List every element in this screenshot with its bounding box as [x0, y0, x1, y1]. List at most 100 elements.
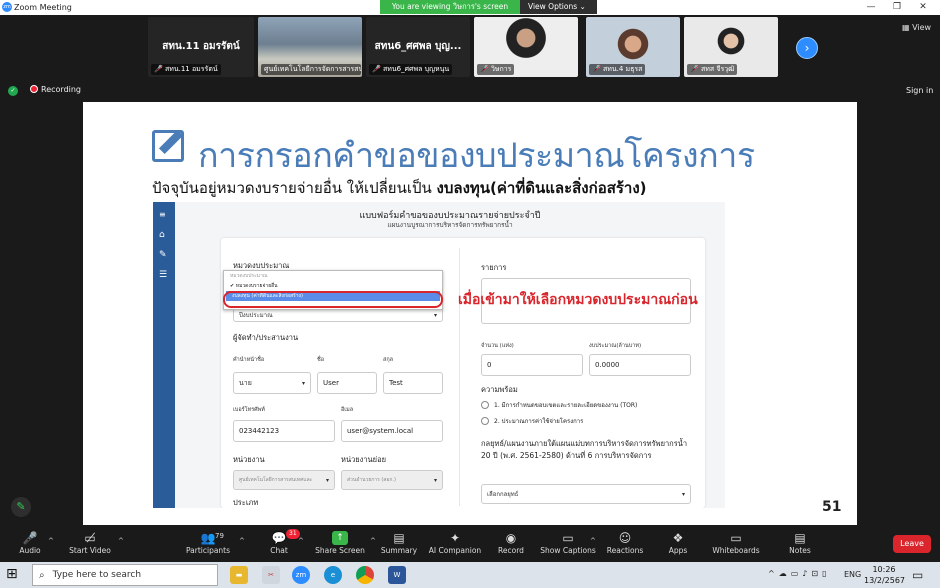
close-icon[interactable]: ✕ [910, 0, 936, 15]
slide-title: การกรอกคำขอของบประมาณโครงการ [198, 136, 755, 176]
type-label: ประเภท [233, 498, 259, 507]
restore-icon[interactable]: ❐ [884, 0, 910, 15]
slide-page-number: 51 [822, 499, 842, 515]
participant-tile[interactable]: สทน.11 อมรรัตน์ 🎤̸ สทน.11 อมรรัตน์ [148, 17, 254, 77]
phone-input[interactable]: 023442123 [233, 420, 335, 442]
recording-indicator[interactable]: Recording [30, 85, 81, 94]
participant-bigname: สทน.11 อมรรัตน์ [162, 41, 240, 52]
participant-tile[interactable]: 🎤̸ สทส จีรวุฒิ [684, 17, 778, 77]
clock-date: 13/2/2567 [864, 576, 906, 585]
record-label: Record [498, 546, 524, 555]
chevron-right-icon[interactable]: › [796, 37, 818, 59]
participant-label: 🎤̸ วิษการ [477, 64, 515, 75]
view-button[interactable]: ▦ View [902, 23, 931, 32]
highlight-box [223, 291, 443, 308]
form-screenshot: ≡ ⌂ ✎ ☰ แบบฟอร์มคำขอของบประมาณรายจ่ายประ… [153, 202, 725, 508]
dropdown-option[interactable]: หมวดงบประมาณ [224, 271, 442, 281]
view-options-label: View Options [528, 2, 578, 11]
strategy-value: เลือกกลยุทธ์ [487, 491, 519, 498]
word-app-icon[interactable]: W [388, 566, 406, 584]
zoom-app-icon[interactable]: zm [292, 566, 310, 584]
lastname-label: สกุล [383, 357, 394, 363]
view-options-button[interactable]: View Options ⌄ [520, 0, 597, 14]
participant-bigname: สทน6_ศศพล บุญ... [374, 41, 462, 52]
firstname-input[interactable]: User [317, 372, 377, 394]
readiness-checkbox[interactable]: 1. มีการกำหนดขอบเขตและรายละเอียดของงาน (… [481, 400, 637, 410]
notes-button[interactable]: ▤ Notes [765, 530, 835, 555]
chevron-down-icon: ▾ [433, 476, 437, 484]
budget-year-value: ปีงบประมาณ [239, 312, 273, 319]
annotate-pen-icon[interactable]: ✎ [11, 497, 31, 517]
form-sidebar: ≡ ⌂ ✎ ☰ [153, 202, 175, 508]
chrome-browser-icon[interactable] [356, 566, 374, 584]
budget-label: งบประมาณ(ล้านบาท) [589, 343, 642, 349]
participant-tile[interactable]: 🎤̸ สทน.4 มธุรส [586, 17, 680, 77]
clock-time: 10:26 [872, 565, 896, 574]
readiness-label: ความพร้อม [481, 385, 518, 394]
list-icon: ☰ [159, 270, 168, 280]
chevron-up-icon[interactable]: ^ [298, 537, 304, 545]
whiteboard-icon: ▭ [730, 531, 742, 545]
column-divider [459, 248, 460, 506]
taskbar-search-input[interactable]: ⌕ Type here to search [32, 564, 218, 586]
strategy-label: กลยุทธ์/แผนงานภายใต้แผนแม่บทการบริหารจัด… [481, 439, 688, 460]
dropdown-option[interactable]: ✔ หมวดงบรายจ่ายอื่น [224, 281, 442, 291]
start-video-button[interactable]: ▭̸ Start Video [55, 530, 125, 555]
audio-label: Audio [19, 546, 41, 555]
email-input[interactable]: user@system.local [341, 420, 443, 442]
taskbar-clock[interactable]: 10:26 13/2/2567 [864, 564, 906, 586]
shield-icon[interactable]: ✓ [8, 86, 18, 96]
participant-tile[interactable]: 🎤̸ วิษการ [474, 17, 578, 77]
qty-input[interactable]: 0 [481, 354, 583, 376]
slide-subtitle-bold: งบลงทุน(ค่าที่ดินและสิ่งก่อสร้าง) [436, 179, 647, 197]
chat-label: Chat [270, 546, 288, 555]
edge-browser-icon[interactable]: e [324, 566, 342, 584]
phone-label: เบอร์โทรศัพท์ [233, 407, 265, 413]
zoom-logo-icon: zm [2, 2, 12, 12]
view-label: View [912, 23, 932, 32]
participant-name: สทน6_ศศพล บุญหนุน [382, 65, 450, 73]
participants-icon: 👥 [200, 531, 216, 545]
slide-subtitle-text: ปัจจุบันอยู่หมวดงบรายจ่ายอื่น ให้เปลี่ยน… [152, 179, 437, 197]
budget-year-select[interactable]: ปีงบประมาณ ▾ [233, 308, 443, 322]
window-title: Zoom Meeting [14, 3, 72, 12]
subunit-label: หน่วยงานย่อย [341, 455, 386, 464]
file-explorer-icon[interactable]: ▬ [230, 566, 248, 584]
strategy-select[interactable]: เลือกกลยุทธ์ ▾ [481, 484, 691, 504]
windows-start-icon[interactable]: ⊞ [6, 566, 24, 584]
unit-select[interactable]: ศูนย์เทคโนโลยีการสารสนเทศและ ▾ [233, 470, 335, 490]
mic-muted-icon: 🎤̸ [690, 65, 699, 73]
prefix-select[interactable]: นาย ▾ [233, 372, 311, 394]
prefix-label: คำนำหน้าชื่อ [233, 357, 265, 363]
captions-label: Show Captions [540, 546, 596, 555]
participant-label: 🎤̸ สทน.4 มธุรส [589, 64, 646, 75]
record-dot-icon [30, 85, 38, 93]
chevron-up-icon[interactable]: ^ [118, 537, 124, 545]
minimize-icon[interactable]: — [858, 0, 884, 15]
budget-input[interactable]: 0.0000 [589, 354, 691, 376]
chevron-up-icon[interactable]: ^ [48, 537, 54, 545]
system-tray-icons[interactable]: ^☁▭♪⊡▯ [768, 569, 830, 578]
subunit-select[interactable]: ส่วนอำนวยการ (สอก.) ▾ [341, 470, 443, 490]
unit-value: ศูนย์เทคโนโลยีการสารสนเทศและ [239, 477, 313, 483]
sign-in-link[interactable]: Sign in [906, 86, 933, 95]
chevron-down-icon: ⌄ [579, 2, 586, 11]
lastname-input[interactable]: Test [383, 372, 443, 394]
participant-label: ศูนย์เทคโนโลยีการจัดการสารสนเทศ [261, 64, 361, 75]
share-screen-icon: ↑ [332, 531, 348, 545]
edit-icon: ✎ [159, 250, 167, 260]
participant-tile[interactable]: ศูนย์เทคโนโลยีการจัดการสารสนเทศ [258, 17, 362, 77]
readiness-checkbox[interactable]: 2. ประมาณการค่าใช้จ่ายโครงการ [481, 416, 583, 426]
apps-label: Apps [668, 546, 688, 555]
participants-button[interactable]: 👥 79 Participants [173, 530, 243, 555]
snipping-tool-icon[interactable]: ✂ [262, 566, 280, 584]
notes-icon: ▤ [794, 531, 806, 545]
participant-tile[interactable]: สทน6_ศศพล บุญ... 🎤̸ สทน6_ศศพล บุญหนุน [366, 17, 470, 77]
email-label: อีเมล [341, 407, 354, 413]
notification-icon[interactable]: ▭ [912, 568, 923, 582]
video-off-icon: ▭̸ [84, 531, 96, 545]
leave-button[interactable]: Leave [893, 535, 931, 553]
language-indicator[interactable]: ENG [844, 570, 861, 579]
whiteboards-button[interactable]: ▭ Whiteboards [701, 530, 771, 555]
owner-section-label: ผู้จัดทำ/ประสานงาน [233, 333, 299, 342]
